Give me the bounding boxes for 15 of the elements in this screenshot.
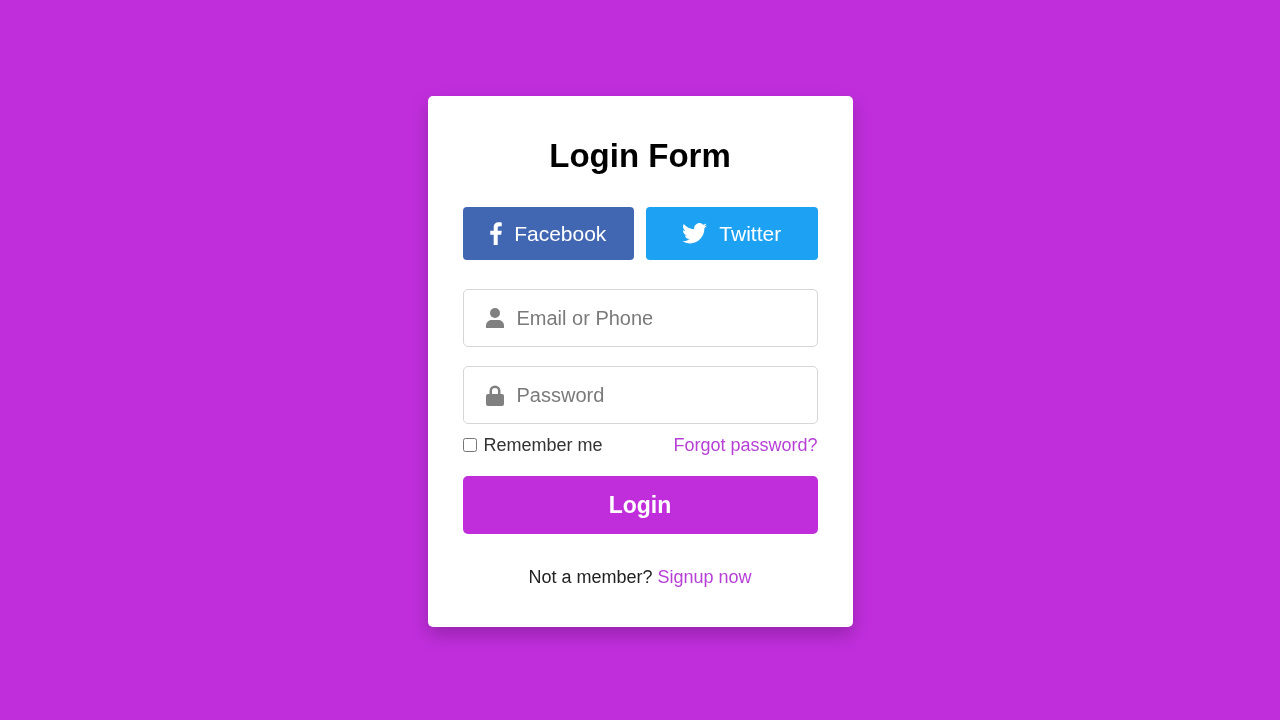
remember-checkbox[interactable] bbox=[462, 438, 477, 452]
email-field[interactable]: Email or Phone bbox=[462, 289, 818, 347]
forgot-password-link[interactable]: Forgot password? bbox=[673, 431, 818, 459]
twitter-button[interactable]: Twitter bbox=[646, 207, 818, 260]
form-title: Login Form bbox=[548, 136, 732, 176]
remember-label: Remember me bbox=[483, 433, 603, 457]
person-icon bbox=[485, 308, 504, 328]
password-field[interactable]: Password bbox=[462, 366, 818, 424]
facebook-f-icon bbox=[490, 222, 503, 245]
login-button[interactable]: Login bbox=[462, 476, 818, 534]
facebook-button[interactable]: Facebook bbox=[462, 207, 634, 260]
bird-icon bbox=[682, 223, 708, 244]
lock-icon bbox=[485, 384, 504, 406]
signup-prompt: Not a member? Signup now bbox=[527, 566, 753, 589]
signup-link[interactable]: Signup now bbox=[657, 567, 752, 587]
